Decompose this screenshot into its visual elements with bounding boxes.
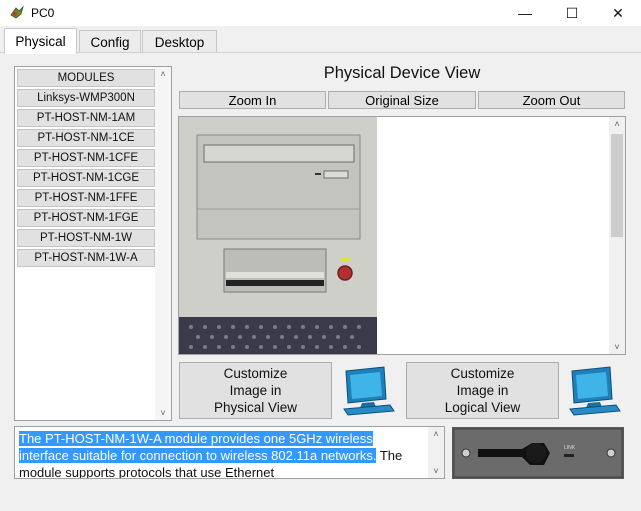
module-item-pt-host-nm-1w[interactable]: PT-HOST-NM-1W xyxy=(17,229,155,247)
packet-tracer-icon xyxy=(10,6,24,19)
module-description[interactable]: The PT-HOST-NM-1W-A module provides one … xyxy=(14,426,445,479)
scroll-down-icon[interactable]: ˅ xyxy=(155,406,171,420)
modules-scrollbar[interactable]: ˄ ˅ xyxy=(155,67,171,420)
description-scrollbar[interactable]: ˄ ˅ xyxy=(428,427,444,478)
customize-logical-line3: Logical View xyxy=(444,400,521,415)
module-item-pt-host-nm-1ffe[interactable]: PT-HOST-NM-1FFE xyxy=(17,189,155,207)
customize-logical-line1: Customize xyxy=(450,366,515,381)
tab-config[interactable]: Config xyxy=(79,30,141,53)
zoom-in-button[interactable]: Zoom In xyxy=(179,91,326,109)
computer-monitor-icon xyxy=(343,366,395,416)
module-item-pt-host-nm-1fge[interactable]: PT-HOST-NM-1FGE xyxy=(17,209,155,227)
customize-physical-line2: Image in xyxy=(229,383,282,398)
title-bar: PC0 — ☐ ✕ xyxy=(0,0,641,26)
device-view-scrollbar[interactable]: ˄ ˅ xyxy=(609,117,625,354)
module-item-pt-host-nm-1ce[interactable]: PT-HOST-NM-1CE xyxy=(17,129,155,147)
tab-physical[interactable]: Physical xyxy=(4,28,77,54)
customize-logical-line2: Image in xyxy=(456,383,509,398)
customize-physical-line1: Customize xyxy=(223,366,288,381)
physical-tab-content: MODULES Linksys-WMP300N PT-HOST-NM-1AM P… xyxy=(0,53,641,511)
module-item-pt-host-nm-1w-a[interactable]: PT-HOST-NM-1W-A xyxy=(17,249,155,267)
scroll-up-icon[interactable]: ˄ xyxy=(155,67,171,81)
window-title: PC0 xyxy=(31,6,55,20)
device-view-canvas[interactable]: ˄ ˅ xyxy=(178,116,626,355)
close-button[interactable]: ✕ xyxy=(595,0,641,26)
modules-header: MODULES xyxy=(17,69,155,87)
module-description-text: The PT-HOST-NM-1W-A module provides one … xyxy=(19,430,425,478)
minimize-button[interactable]: — xyxy=(502,0,548,26)
computer-monitor-icon xyxy=(569,366,621,416)
scroll-thumb[interactable] xyxy=(611,134,623,237)
module-item-pt-host-nm-1cfe[interactable]: PT-HOST-NM-1CFE xyxy=(17,149,155,167)
original-size-button[interactable]: Original Size xyxy=(328,91,476,109)
customize-physical-line3: Physical View xyxy=(213,400,298,415)
view-scroll-down-icon[interactable]: ˅ xyxy=(609,340,625,354)
close-icon: ✕ xyxy=(612,4,624,21)
physical-device-view-title: Physical Device View xyxy=(323,64,481,82)
desc-scroll-down-icon[interactable]: ˅ xyxy=(428,464,444,478)
view-scroll-up-icon[interactable]: ˄ xyxy=(609,117,625,131)
module-item-pt-host-nm-1am[interactable]: PT-HOST-NM-1AM xyxy=(17,109,155,127)
tab-desktop[interactable]: Desktop xyxy=(142,30,217,53)
link-label: LINK xyxy=(564,445,576,451)
customize-physical-view-button[interactable]: Customize Image in Physical View xyxy=(179,362,332,419)
maximize-button[interactable]: ☐ xyxy=(549,0,595,26)
module-item-linksys-wmp300n[interactable]: Linksys-WMP300N xyxy=(17,89,155,107)
customize-logical-view-button[interactable]: Customize Image in Logical View xyxy=(406,362,559,419)
module-image: LINK xyxy=(452,427,624,479)
maximize-icon: ☐ xyxy=(565,4,579,21)
desc-scroll-up-icon[interactable]: ˄ xyxy=(428,427,444,441)
zoom-out-button[interactable]: Zoom Out xyxy=(478,91,625,109)
selected-description-text: The PT-HOST-NM-1W-A module provides one … xyxy=(19,431,377,463)
module-item-pt-host-nm-1cge[interactable]: PT-HOST-NM-1CGE xyxy=(17,169,155,187)
minimize-icon: — xyxy=(518,5,532,21)
tab-bar: Physical Config Desktop xyxy=(0,26,641,54)
pc-tower-image xyxy=(179,117,377,354)
modules-list[interactable]: MODULES Linksys-WMP300N PT-HOST-NM-1AM P… xyxy=(14,66,172,421)
